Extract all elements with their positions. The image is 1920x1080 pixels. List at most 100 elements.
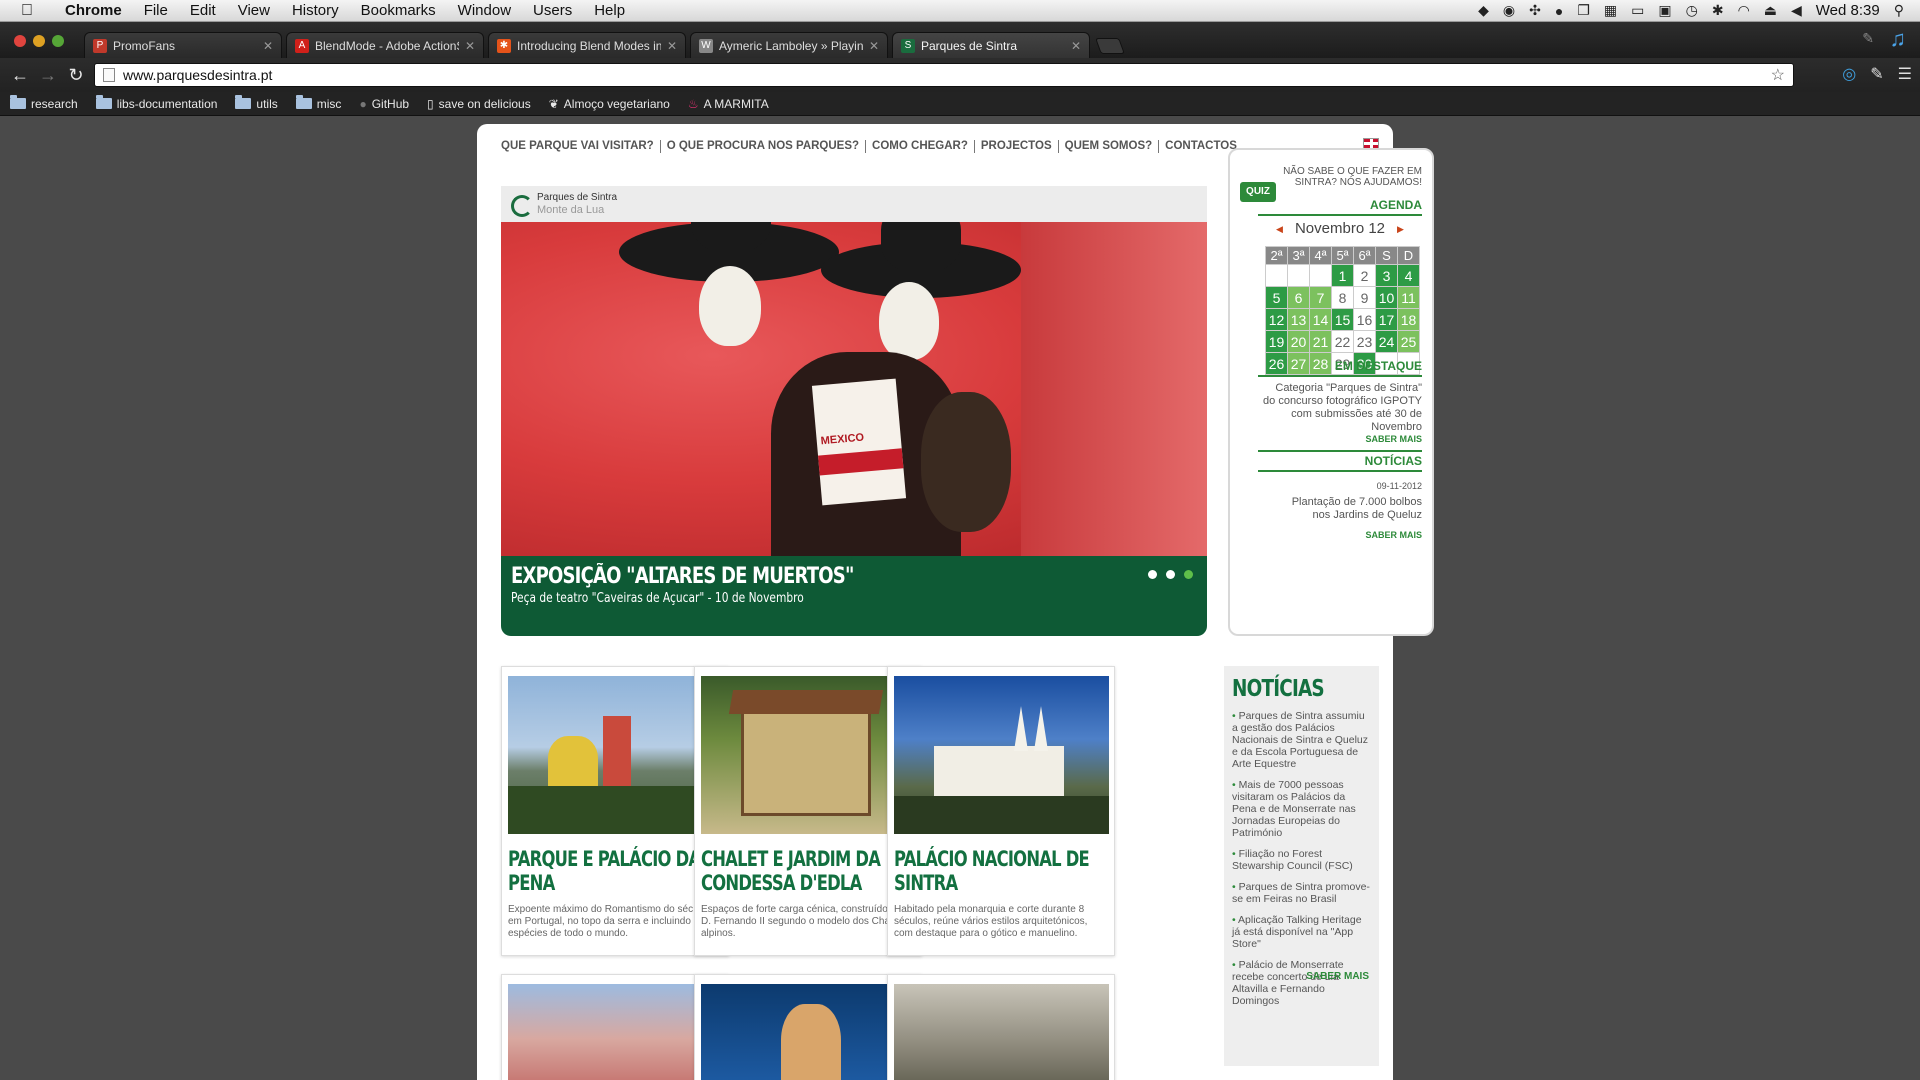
music-note-icon[interactable]: ♫ [1890,26,1907,52]
calendar-day[interactable]: 3 [1375,264,1398,287]
tab-aymeric-lamboley[interactable]: W Aymeric Lamboley » Playing ✕ [690,32,888,58]
calendar-day[interactable]: 2 [1353,264,1376,287]
wifi-icon[interactable]: ◠ [1738,2,1750,19]
chalet-photo[interactable] [701,676,916,834]
address-url[interactable]: www.parquesdesintra.pt [123,67,272,83]
calendar-day[interactable]: 7 [1309,286,1332,309]
tab-close-icon[interactable]: ✕ [869,39,879,53]
eject-icon[interactable]: ⏏ [1764,2,1777,19]
nav-projectos[interactable]: PROJECTOS [975,140,1059,153]
bookmark-a-marmita[interactable]: ♨ A MARMITA [688,97,769,111]
tab-blendmode[interactable]: A BlendMode - Adobe ActionS ✕ [286,32,484,58]
calendar-day[interactable]: 6 [1287,286,1310,309]
window-minimize-icon[interactable] [33,35,45,47]
queluz-photo[interactable] [508,984,723,1080]
menu-history[interactable]: History [281,2,350,19]
featured-text[interactable]: Categoria "Parques de Sintra" do concurs… [1262,382,1422,434]
calendar-day[interactable]: 22 [1331,330,1354,353]
grid-icon[interactable]: ▦ [1604,2,1617,19]
calendar-day[interactable]: 13 [1287,308,1310,331]
news-text[interactable]: Plantação de 7.000 bolbos nos Jardins de… [1272,496,1422,522]
calendar-day[interactable]: 19 [1265,330,1288,353]
tab-close-icon[interactable]: ✕ [1071,39,1081,53]
bluetooth-icon[interactable]: ✱ [1712,2,1724,19]
chrome-menu-icon[interactable]: ☰ [1898,64,1912,84]
profile-icon[interactable]: ✎ [1862,30,1874,47]
nav-que-parque[interactable]: QUE PARQUE VAI VISITAR? [501,140,661,153]
nav-como-chegar[interactable]: COMO CHEGAR? [866,140,975,153]
calendar-day[interactable]: 8 [1331,286,1354,309]
card-title[interactable]: PALÁCIO NACIONAL DE SINTRA [894,847,1112,895]
calendar-day[interactable]: 28 [1309,352,1332,375]
fan-icon[interactable]: ✣ [1529,2,1541,19]
quiz-text[interactable]: NÃO SABE O QUE FAZER EM SINTRA? NÓS AJUD… [1282,166,1422,188]
palacio-nacional-photo[interactable] [894,676,1109,834]
pena-photo[interactable] [508,676,723,834]
calendar-day[interactable]: 27 [1287,352,1310,375]
menu-bookmarks[interactable]: Bookmarks [350,2,447,19]
extension-swirl-icon[interactable]: ◎ [1842,64,1856,84]
menu-file[interactable]: File [133,2,179,19]
calendar-day[interactable]: 25 [1397,330,1420,353]
calendar-day[interactable]: 11 [1397,286,1420,309]
calendar-day[interactable]: 5 [1265,286,1288,309]
calendar-day[interactable]: 24 [1375,330,1398,353]
tab-promofans[interactable]: P PromoFans ✕ [84,32,282,58]
news-item[interactable]: Palácio de Monserrate recebe concerto de… [1232,959,1371,1007]
quiz-button[interactable]: QUIZ [1240,182,1276,202]
time-machine-icon[interactable]: ◷ [1686,2,1698,19]
featured-more-link[interactable]: SABER MAIS [1365,434,1422,444]
windows-icon[interactable]: ❐ [1577,2,1590,19]
battery-icon[interactable]: ▭ [1631,2,1644,19]
bookmark-almoco-vegetariano[interactable]: ❦ Almoço vegetariano [549,97,670,111]
news-item[interactable]: Mais de 7000 pessoas visitaram os Paláci… [1232,779,1371,839]
bookmark-github[interactable]: ● GitHub [359,97,409,111]
calendar-day[interactable]: 12 [1265,308,1288,331]
spotlight-search-icon[interactable]: ⚲ [1894,2,1904,19]
news-item[interactable]: Aplicação Talking Heritage já está dispo… [1232,914,1371,950]
bookmark-libs-documentation[interactable]: libs-documentation [95,95,217,111]
volume-icon[interactable]: ◀ [1791,2,1802,19]
next-month-icon[interactable]: ▶ [1397,224,1404,234]
apple-menu-icon[interactable]:  [0,2,54,20]
tab-close-icon[interactable]: ✕ [667,39,677,53]
bookmark-save-on-delicious[interactable]: ▯ save on delicious [427,97,531,111]
slider-dot-3[interactable] [1184,570,1193,579]
new-tab-button[interactable] [1095,38,1125,54]
tab-parques-de-sintra[interactable]: S Parques de Sintra ✕ [892,32,1090,58]
prev-month-icon[interactable]: ◀ [1276,224,1283,234]
dropbox-icon[interactable]: ◆ [1478,2,1489,19]
wrench-tool-icon[interactable]: ✎ [1870,64,1883,84]
menu-help[interactable]: Help [583,2,636,19]
card-castelo-mouros[interactable] [887,974,1115,1080]
calendar-day[interactable]: 18 [1397,308,1420,331]
hero-slider[interactable]: Parques de Sintra Monte da Lua MEXICO EX… [501,186,1207,636]
menu-users[interactable]: Users [522,2,583,19]
news-item[interactable]: Filiação no Forest Stewarship Council (F… [1232,848,1371,872]
globe-icon[interactable]: ◉ [1503,2,1515,19]
window-close-icon[interactable] [14,35,26,47]
monserrate-photo[interactable] [701,984,916,1080]
reload-icon[interactable]: ↻ [62,65,90,86]
tab-introducing-blend-modes[interactable]: ✱ Introducing Blend Modes in ✕ [488,32,686,58]
card-palacio-nacional[interactable]: PALÁCIO NACIONAL DE SINTRA Habitado pela… [887,666,1115,956]
tab-close-icon[interactable]: ✕ [263,39,273,53]
castelo-photo[interactable] [894,984,1109,1080]
menu-edit[interactable]: Edit [179,2,227,19]
menubar-clock[interactable]: Wed 8:39 [1816,2,1880,19]
news-item[interactable]: Parques de Sintra promove-se em Feiras n… [1232,881,1371,905]
calendar-day[interactable]: 26 [1265,352,1288,375]
calendar-day[interactable]: 21 [1309,330,1332,353]
nav-o-que-procura[interactable]: O QUE PROCURA NOS PARQUES? [661,140,867,153]
news-box-more-link[interactable]: SABER MAIS [1306,971,1369,982]
calendar-day[interactable]: 10 [1375,286,1398,309]
menu-app-chrome[interactable]: Chrome [54,2,133,19]
calendar-day[interactable]: 23 [1353,330,1376,353]
tab-close-icon[interactable]: ✕ [465,39,475,53]
calendar-day[interactable]: 17 [1375,308,1398,331]
calendar-day[interactable]: 20 [1287,330,1310,353]
status-dot-icon[interactable]: ● [1555,3,1563,19]
bookmark-utils[interactable]: utils [235,95,278,111]
calendar-day[interactable]: 16 [1353,308,1376,331]
menu-window[interactable]: Window [447,2,522,19]
